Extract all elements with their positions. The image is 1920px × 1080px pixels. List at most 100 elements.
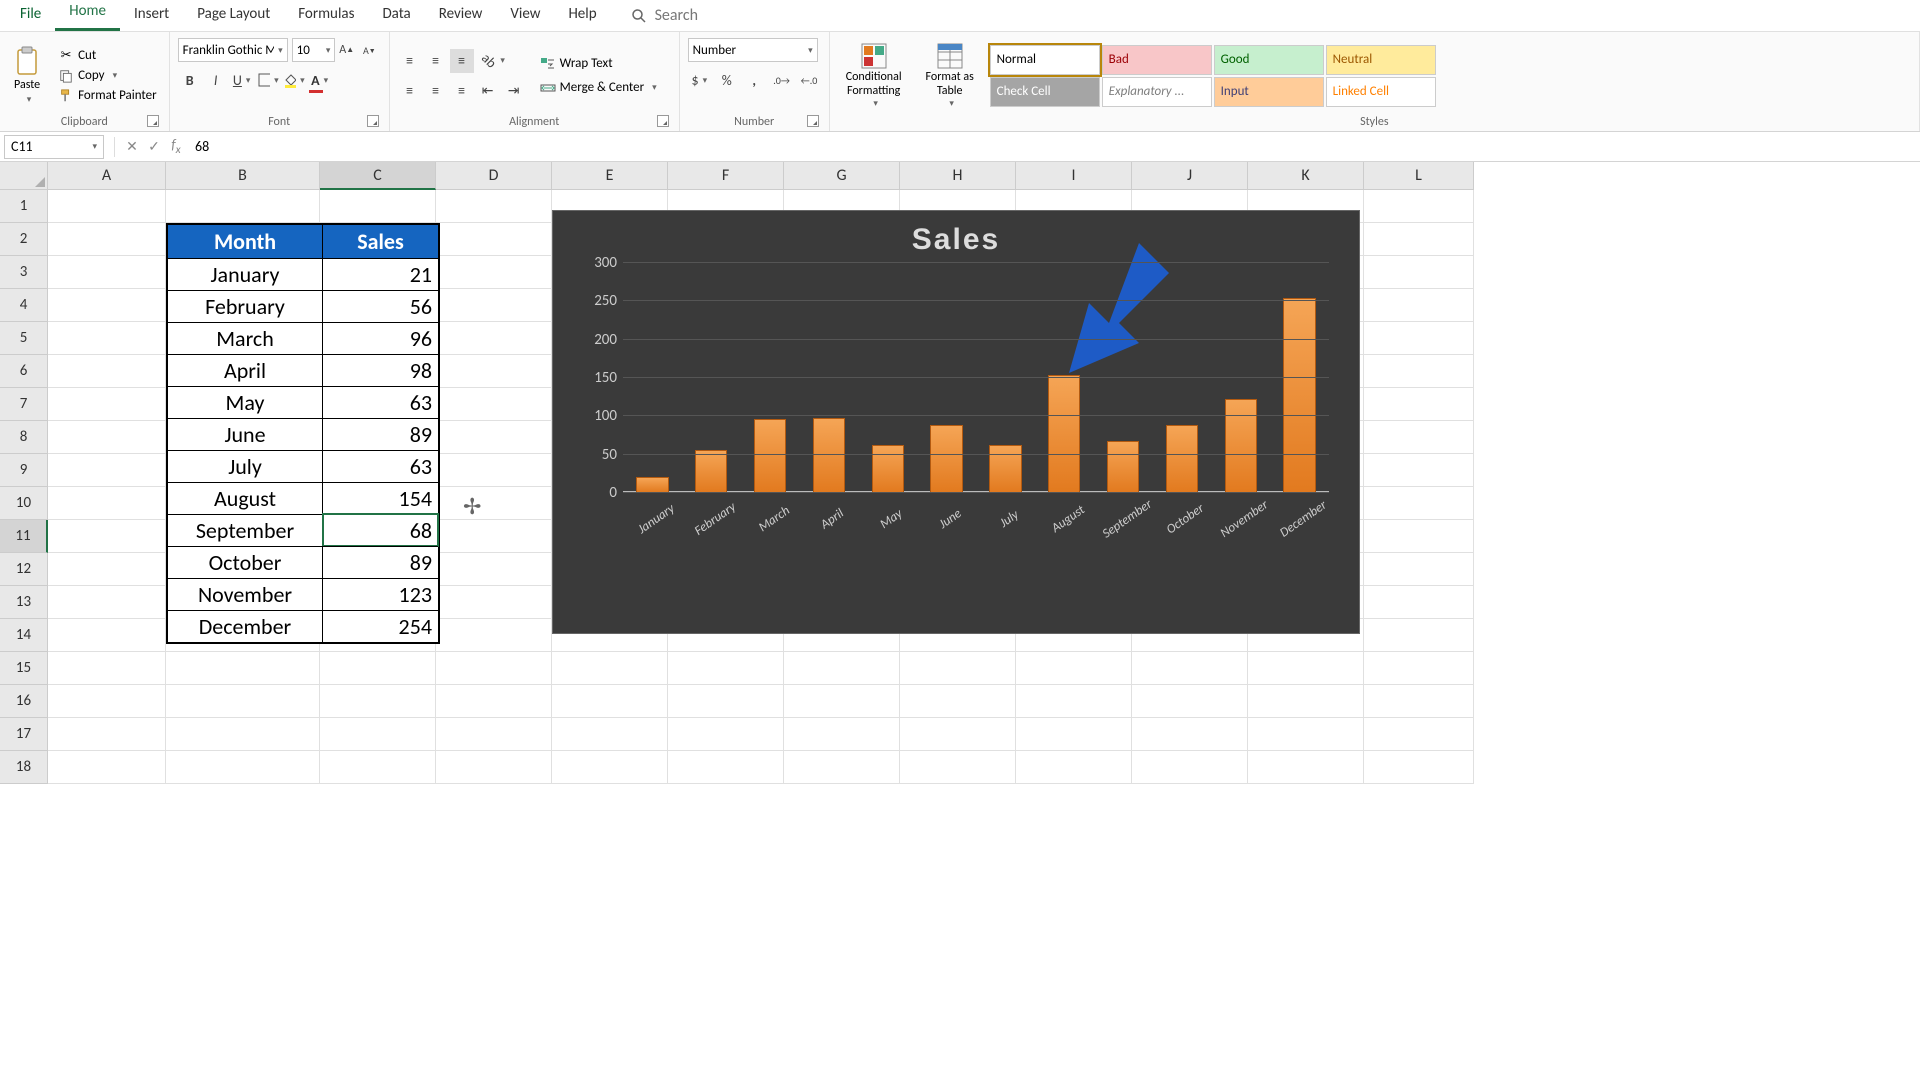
- cell[interactable]: [1364, 685, 1474, 718]
- table-row[interactable]: August154: [168, 482, 438, 514]
- conditional-formatting-button[interactable]: Conditional Formatting▾: [838, 42, 910, 109]
- cell[interactable]: [166, 190, 320, 223]
- table-row[interactable]: February56: [168, 290, 438, 322]
- cell[interactable]: [48, 454, 166, 487]
- chart-bar[interactable]: [1048, 375, 1080, 493]
- font-color-button[interactable]: A▾: [308, 68, 332, 92]
- row-header[interactable]: 2: [0, 223, 48, 256]
- chart-bar[interactable]: [754, 419, 786, 493]
- row-header[interactable]: 10: [0, 487, 48, 520]
- cell[interactable]: [1132, 652, 1248, 685]
- cell[interactable]: [1248, 718, 1364, 751]
- align-right-button[interactable]: ≡: [450, 79, 474, 103]
- cell[interactable]: [1364, 586, 1474, 619]
- dialog-launcher-icon[interactable]: [147, 115, 159, 127]
- table-row[interactable]: July63: [168, 450, 438, 482]
- style-cell[interactable]: Check Cell: [990, 77, 1100, 107]
- table-row[interactable]: September68: [168, 514, 438, 546]
- cell[interactable]: [166, 751, 320, 784]
- confirm-edit-button[interactable]: ✓: [143, 138, 165, 155]
- cut-button[interactable]: ✂Cut: [54, 47, 161, 65]
- underline-button[interactable]: U▾: [230, 68, 254, 92]
- row-header[interactable]: 12: [0, 553, 48, 586]
- column-header[interactable]: E: [552, 162, 668, 190]
- cell[interactable]: [1364, 190, 1474, 223]
- cell[interactable]: [1364, 223, 1474, 256]
- row-header[interactable]: 1: [0, 190, 48, 223]
- cell[interactable]: [1364, 553, 1474, 586]
- cell[interactable]: [436, 487, 552, 520]
- menu-page-layout[interactable]: Page Layout: [183, 0, 284, 31]
- dialog-launcher-icon[interactable]: [657, 115, 669, 127]
- row-header[interactable]: 17: [0, 718, 48, 751]
- dialog-launcher-icon[interactable]: [807, 115, 819, 127]
- cell[interactable]: [1364, 355, 1474, 388]
- cell[interactable]: [436, 619, 552, 652]
- number-format-combo[interactable]: Number▾: [688, 38, 818, 62]
- cell[interactable]: [48, 388, 166, 421]
- comma-button[interactable]: ,: [742, 68, 765, 92]
- border-button[interactable]: ▾: [256, 68, 280, 92]
- column-header[interactable]: L: [1364, 162, 1474, 190]
- align-top-button[interactable]: ≡: [398, 49, 422, 73]
- cancel-edit-button[interactable]: ✕: [121, 138, 143, 155]
- cell[interactable]: [48, 421, 166, 454]
- table-row[interactable]: December254: [168, 610, 438, 642]
- chart-bar[interactable]: [813, 418, 845, 493]
- column-header[interactable]: G: [784, 162, 900, 190]
- row-header[interactable]: 11: [0, 520, 48, 553]
- cell[interactable]: [1364, 388, 1474, 421]
- cell[interactable]: [436, 289, 552, 322]
- cell[interactable]: [48, 190, 166, 223]
- cell[interactable]: [784, 751, 900, 784]
- style-cell[interactable]: Input: [1214, 77, 1324, 107]
- name-box[interactable]: C11▾: [4, 135, 104, 159]
- cell[interactable]: [436, 652, 552, 685]
- column-header[interactable]: K: [1248, 162, 1364, 190]
- cell[interactable]: [436, 520, 552, 553]
- style-cell[interactable]: Neutral: [1326, 45, 1436, 75]
- cell[interactable]: [320, 685, 436, 718]
- row-header[interactable]: 8: [0, 421, 48, 454]
- align-bottom-button[interactable]: ≡: [450, 49, 474, 73]
- table-row[interactable]: March96: [168, 322, 438, 354]
- orientation-button[interactable]: ab▾: [476, 49, 512, 73]
- column-header[interactable]: A: [48, 162, 166, 190]
- cell[interactable]: [1364, 718, 1474, 751]
- cell[interactable]: [900, 718, 1016, 751]
- cell[interactable]: [1364, 751, 1474, 784]
- cell[interactable]: [668, 718, 784, 751]
- cell[interactable]: [1364, 652, 1474, 685]
- table-row[interactable]: January21: [168, 258, 438, 290]
- cell[interactable]: [48, 652, 166, 685]
- menu-formulas[interactable]: Formulas: [284, 0, 368, 31]
- bold-button[interactable]: B: [178, 68, 202, 92]
- row-header[interactable]: 13: [0, 586, 48, 619]
- cell[interactable]: [1016, 652, 1132, 685]
- cell[interactable]: [48, 751, 166, 784]
- column-header[interactable]: F: [668, 162, 784, 190]
- cell[interactable]: [1016, 685, 1132, 718]
- cell[interactable]: [1364, 487, 1474, 520]
- chart-bar[interactable]: [1166, 425, 1198, 493]
- style-cell[interactable]: Explanatory ...: [1102, 77, 1212, 107]
- cell[interactable]: [166, 685, 320, 718]
- cell[interactable]: [784, 652, 900, 685]
- style-cell[interactable]: Bad: [1102, 45, 1212, 75]
- cell[interactable]: [48, 685, 166, 718]
- cell[interactable]: [48, 553, 166, 586]
- cell[interactable]: [668, 685, 784, 718]
- row-header[interactable]: 6: [0, 355, 48, 388]
- chart-bar[interactable]: [636, 477, 668, 493]
- column-header[interactable]: J: [1132, 162, 1248, 190]
- chart-bar[interactable]: [1225, 399, 1257, 493]
- fx-button[interactable]: fx: [165, 136, 187, 157]
- increase-font-button[interactable]: A▲: [335, 38, 358, 62]
- cell[interactable]: [552, 685, 668, 718]
- row-header[interactable]: 16: [0, 685, 48, 718]
- chart-bar[interactable]: [1283, 298, 1315, 493]
- cell[interactable]: [48, 289, 166, 322]
- cell[interactable]: [900, 685, 1016, 718]
- format-as-table-button[interactable]: Format as Table▾: [914, 42, 986, 109]
- cell[interactable]: [784, 685, 900, 718]
